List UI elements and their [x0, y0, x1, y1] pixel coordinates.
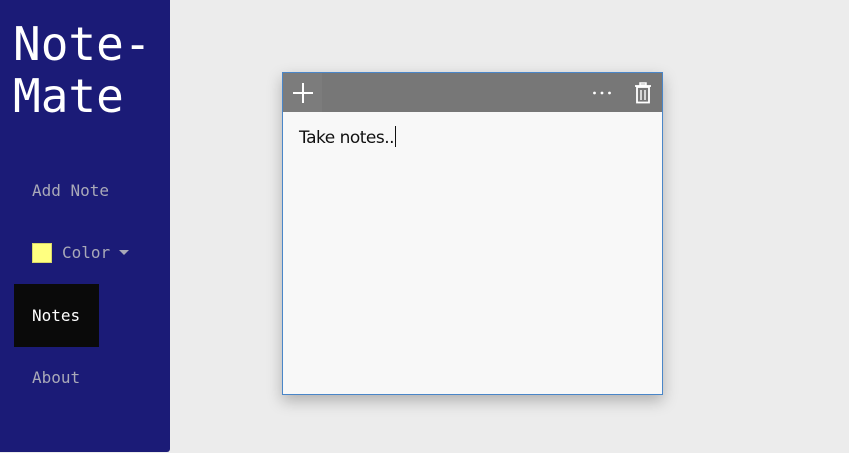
- sidebar-item-color[interactable]: Color: [14, 221, 147, 284]
- chevron-down-icon: [119, 250, 130, 255]
- sidebar-item-about[interactable]: About: [14, 346, 98, 409]
- sidebar-item-add-note[interactable]: Add Note: [14, 159, 127, 222]
- sidebar-item-notes[interactable]: Notes: [14, 284, 99, 347]
- sticky-note: Take notes..: [282, 72, 663, 395]
- color-swatch: [32, 242, 52, 263]
- more-dots-icon: [593, 91, 611, 94]
- app-title-line2: Mate: [13, 69, 124, 123]
- sidebar-item-label: Color: [62, 243, 111, 262]
- sidebar-item-label: Notes: [32, 306, 81, 325]
- more-options-button[interactable]: [583, 73, 621, 112]
- plus-icon: [292, 82, 313, 103]
- note-toolbar: [283, 73, 662, 112]
- text-cursor: [395, 126, 397, 147]
- sidebar-item-label: About: [32, 368, 81, 387]
- note-text: Take notes..: [299, 128, 395, 148]
- sidebar: Note- Mate Add Note Color Notes About: [0, 0, 170, 452]
- delete-note-button[interactable]: [623, 73, 662, 112]
- trash-icon: [634, 81, 651, 103]
- app-title: Note- Mate: [13, 18, 151, 122]
- sidebar-item-label: Add Note: [32, 181, 110, 200]
- add-note-button[interactable]: [283, 73, 322, 112]
- app-title-line1: Note-: [13, 17, 152, 71]
- app-window: Note- Mate Add Note Color Notes About Ta…: [0, 0, 849, 453]
- note-text-area[interactable]: Take notes..: [299, 126, 397, 148]
